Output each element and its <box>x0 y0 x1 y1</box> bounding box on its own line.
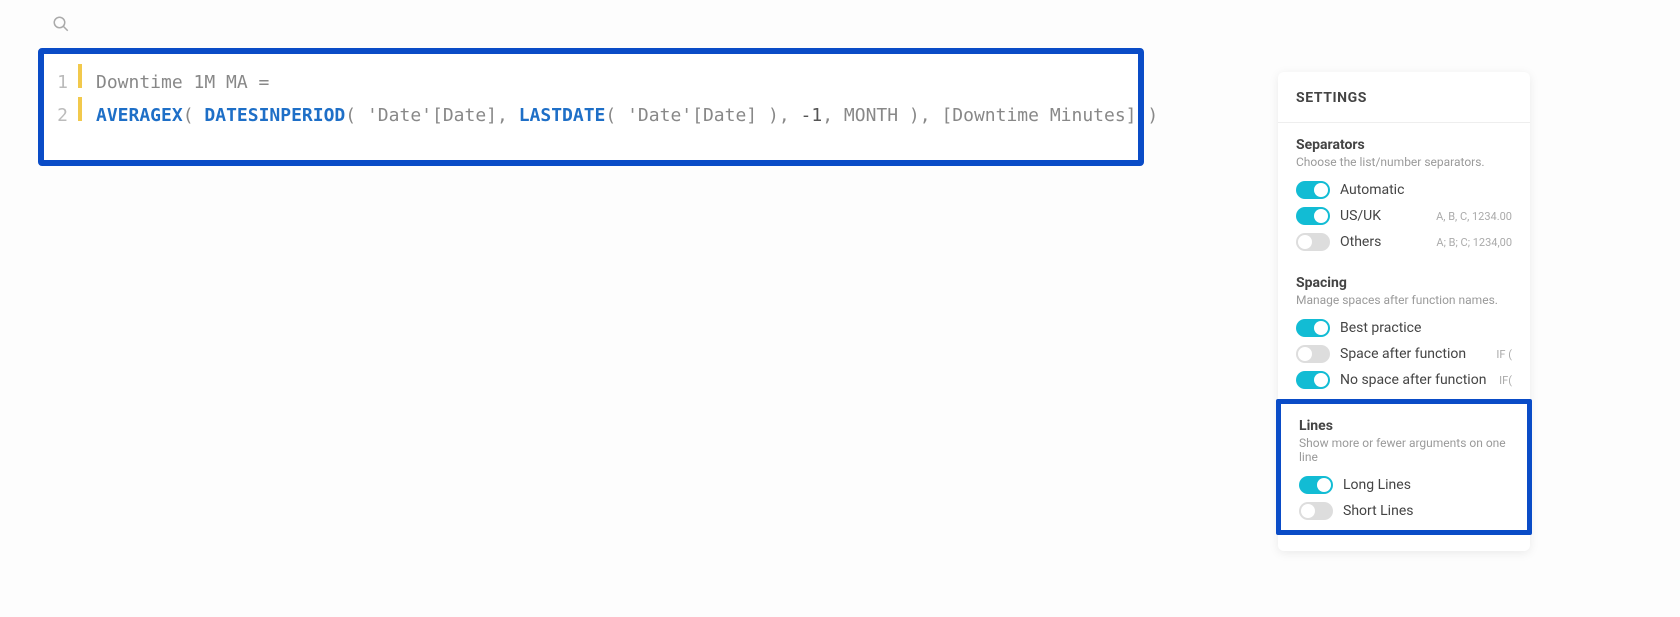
code-token: 'Date'[Date] <box>627 102 757 130</box>
section-title: Lines <box>1281 418 1527 436</box>
gutter-bar <box>78 97 82 121</box>
code-token: , <box>920 102 942 130</box>
toggle-knob <box>1314 373 1328 387</box>
code-token: , <box>822 102 844 130</box>
section-desc: Show more or fewer arguments on one line <box>1281 436 1527 472</box>
toggle-lines-0[interactable] <box>1299 476 1333 494</box>
code-token: ) <box>757 102 779 130</box>
toggle-separators-1[interactable] <box>1296 207 1330 225</box>
option-label: No space after function <box>1340 372 1489 388</box>
option-label: Best practice <box>1340 320 1512 336</box>
option-label: Space after function <box>1340 346 1486 362</box>
code-token: ( <box>345 102 367 130</box>
option-hint: A; B; C; 1234,00 <box>1436 236 1512 249</box>
toggle-lines-1[interactable] <box>1299 502 1333 520</box>
settings-option: Automatic <box>1278 177 1530 203</box>
option-label: Long Lines <box>1343 477 1509 493</box>
code-token: , <box>779 102 801 130</box>
gutter-bar <box>78 64 82 88</box>
settings-option: Space after function IF ( <box>1278 341 1530 367</box>
toggle-knob <box>1298 235 1312 249</box>
code-token: [Downtime Minutes] <box>941 102 1136 130</box>
settings-section-spacing: SpacingManage spaces after function name… <box>1278 261 1530 399</box>
code-token: ) <box>1137 102 1159 130</box>
section-desc: Choose the list/number separators. <box>1278 155 1530 177</box>
toggle-spacing-2[interactable] <box>1296 371 1330 389</box>
code-token: MONTH <box>844 102 898 130</box>
code-line[interactable]: 1 Downtime 1M MA = <box>50 64 1132 97</box>
settings-option: No space after function IF( <box>1278 367 1530 393</box>
code-token: ( <box>605 102 627 130</box>
toggle-spacing-1[interactable] <box>1296 345 1330 363</box>
toggle-knob <box>1317 478 1331 492</box>
settings-option: US/UK A, B, C, 1234.00 <box>1278 203 1530 229</box>
option-label: US/UK <box>1340 208 1426 224</box>
settings-option: Long Lines <box>1281 472 1527 498</box>
settings-option: Others A; B; C; 1234,00 <box>1278 229 1530 255</box>
settings-panel: SETTINGS SeparatorsChoose the list/numbe… <box>1278 72 1530 551</box>
toggle-spacing-0[interactable] <box>1296 319 1330 337</box>
settings-title: SETTINGS <box>1278 90 1530 123</box>
line-number: 2 <box>50 102 78 130</box>
code-token: DATESINPERIOD <box>204 102 345 130</box>
toggle-knob <box>1314 209 1328 223</box>
toggle-separators-2[interactable] <box>1296 233 1330 251</box>
code-token: , <box>497 102 519 130</box>
option-hint: A, B, C, 1234.00 <box>1436 210 1512 223</box>
code-token: AVERAGEX <box>96 102 183 130</box>
section-title: Separators <box>1278 137 1530 155</box>
code-editor[interactable]: 1Downtime 1M MA =2AVERAGEX( DATESINPERIO… <box>38 48 1144 166</box>
toggle-knob <box>1298 347 1312 361</box>
section-title: Spacing <box>1278 275 1530 293</box>
settings-option: Short Lines <box>1281 498 1527 524</box>
section-desc: Manage spaces after function names. <box>1278 293 1530 315</box>
option-hint: IF( <box>1499 374 1512 387</box>
option-label: Short Lines <box>1343 503 1509 519</box>
code-token: 'Date'[Date] <box>367 102 497 130</box>
toggle-knob <box>1314 183 1328 197</box>
code-line[interactable]: 2AVERAGEX( DATESINPERIOD( 'Date'[Date], … <box>50 97 1132 130</box>
code-token: ) <box>898 102 920 130</box>
option-hint: IF ( <box>1496 348 1512 361</box>
line-number: 1 <box>50 69 78 97</box>
code-token: -1 <box>801 102 823 130</box>
code-token: Downtime 1M MA = <box>96 69 269 97</box>
code-token: ( <box>183 102 205 130</box>
search-icon[interactable] <box>52 14 70 38</box>
settings-section-lines: LinesShow more or fewer arguments on one… <box>1276 399 1532 535</box>
settings-section-separators: SeparatorsChoose the list/number separat… <box>1278 123 1530 261</box>
code-token: LASTDATE <box>519 102 606 130</box>
toggle-separators-0[interactable] <box>1296 181 1330 199</box>
toggle-knob <box>1301 504 1315 518</box>
settings-option: Best practice <box>1278 315 1530 341</box>
option-label: Automatic <box>1340 182 1512 198</box>
option-label: Others <box>1340 234 1426 250</box>
toggle-knob <box>1314 321 1328 335</box>
